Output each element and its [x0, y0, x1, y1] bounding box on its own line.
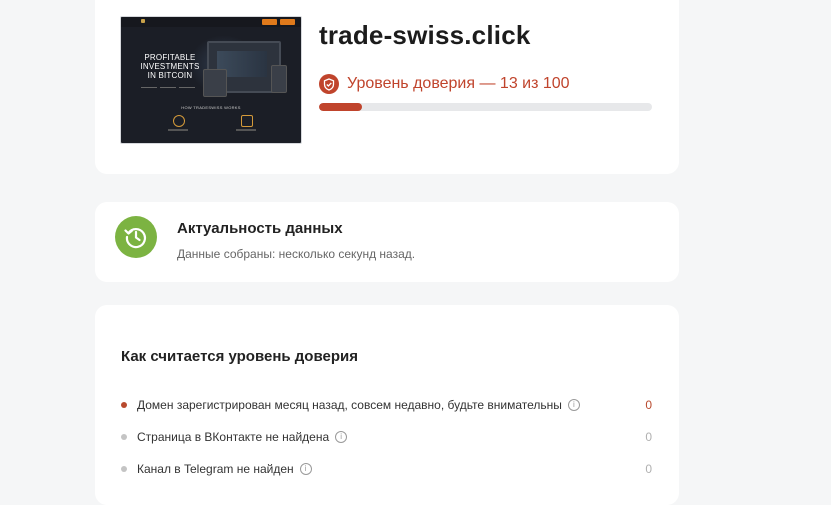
site-screenshot-thumbnail[interactable]: PROFITABLE INVESTMENTS IN BITCOIN HOW TR… — [120, 16, 302, 144]
trust-calculation-card: Как считается уровень доверия Домен заре… — [95, 305, 679, 505]
trust-level-text: Уровень доверия — 13 из 100 — [347, 75, 570, 92]
trust-progress-fill — [319, 103, 363, 111]
info-icon[interactable]: i — [567, 399, 580, 411]
factor-row-vk: Страница в ВКонтакте не найдена i 0 — [121, 427, 652, 447]
trust-progress-bar — [319, 103, 652, 111]
shield-icon — [319, 74, 339, 94]
info-icon[interactable]: i — [335, 431, 348, 443]
factor-score: 0 — [645, 398, 652, 412]
thumbnail-button — [262, 19, 277, 25]
thumbnail-stats — [141, 84, 201, 94]
data-freshness-card: Актуальность данных Данные собраны: неск… — [95, 202, 679, 282]
freshness-subtitle: Данные собраны: несколько секунд назад. — [177, 247, 416, 261]
thumbnail-section-label: HOW TRADESWISS WORKS — [181, 105, 241, 110]
factor-score: 0 — [645, 462, 652, 476]
freshness-title: Актуальность данных — [177, 220, 343, 237]
factor-text: Домен зарегистрирован месяц назад, совсе… — [137, 398, 562, 412]
thumbnail-phone-image — [271, 65, 287, 93]
thumbnail-hero-line: INVESTMENTS — [140, 62, 200, 71]
thumbnail-logo — [141, 19, 145, 23]
thumbnail-tablet-image — [203, 69, 227, 97]
thumbnail-feature-text — [168, 129, 188, 131]
status-dot — [121, 434, 127, 440]
site-summary-card: PROFITABLE INVESTMENTS IN BITCOIN HOW TR… — [95, 0, 679, 174]
factor-row-telegram: Канал в Telegram не найден i 0 — [121, 459, 652, 479]
thumbnail-feature-icon — [173, 115, 185, 127]
thumbnail-button — [280, 19, 295, 25]
calculation-title: Как считается уровень доверия — [121, 348, 358, 365]
thumbnail-hero-line: IN BITCOIN — [147, 71, 193, 80]
factor-text: Страница в ВКонтакте не найдена — [137, 430, 330, 444]
domain-title: trade-swiss.click — [319, 20, 531, 50]
status-dot — [121, 466, 127, 472]
thumbnail-feature-icon — [241, 115, 253, 127]
thumbnail-hero-line: PROFITABLE — [144, 53, 196, 62]
trust-level: Уровень доверия — 13 из 100 — [319, 74, 570, 94]
factor-text: Канал в Telegram не найден — [137, 462, 294, 476]
info-icon[interactable]: i — [299, 463, 312, 475]
thumbnail-hero-text: PROFITABLE INVESTMENTS IN BITCOIN — [135, 53, 205, 80]
factor-row-domain-age: Домен зарегистрирован месяц назад, совсе… — [121, 395, 652, 415]
status-dot — [121, 402, 127, 408]
factor-score: 0 — [645, 430, 652, 444]
history-icon — [115, 216, 157, 258]
thumbnail-feature-text — [236, 129, 256, 131]
